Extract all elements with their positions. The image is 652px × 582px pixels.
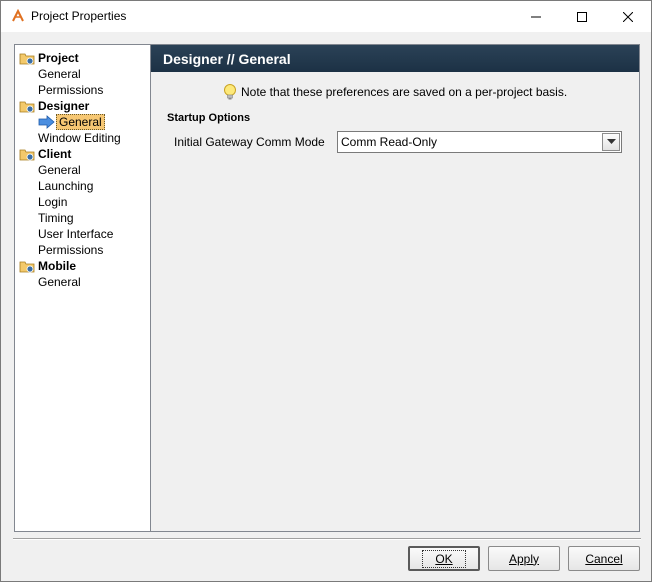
- maximize-icon: [577, 11, 587, 22]
- content-header: Designer // General: [151, 45, 639, 72]
- tree-selected-label: General: [56, 114, 105, 130]
- section-title: Startup Options: [167, 112, 251, 124]
- folder-settings-icon: [19, 261, 35, 273]
- tree-item-designer-window-editing[interactable]: Window Editing: [38, 130, 121, 146]
- folder-settings-icon: [19, 149, 35, 161]
- note-text: Note that these preferences are saved on…: [241, 85, 568, 99]
- settings-tree: Project General Permissions Designer Gen…: [14, 44, 151, 532]
- tree-item-designer-general[interactable]: General: [56, 114, 105, 130]
- tree-group-project[interactable]: Project: [19, 50, 79, 66]
- folder-settings-icon: [19, 53, 35, 65]
- folder-settings-icon: [19, 101, 35, 113]
- minimize-button[interactable]: [513, 1, 559, 32]
- gateway-comm-mode-select[interactable]: Comm Read-Only: [337, 131, 622, 153]
- tree-group-client[interactable]: Client: [19, 146, 71, 162]
- window-title: Project Properties: [31, 9, 127, 23]
- tree-item-project-general[interactable]: General: [38, 66, 81, 82]
- tree-group-label: Mobile: [38, 259, 76, 273]
- lightbulb-icon: [224, 84, 236, 100]
- tree-item-client-login[interactable]: Login: [38, 194, 67, 210]
- tree-group-label: Client: [38, 147, 72, 161]
- project-properties-window: Project Properties Project General Permi…: [0, 0, 652, 582]
- separator: [13, 538, 641, 540]
- tree-item-client-permissions[interactable]: Permissions: [38, 242, 103, 258]
- dropdown-button[interactable]: [602, 133, 620, 151]
- tree-item-project-permissions[interactable]: Permissions: [38, 82, 103, 98]
- tree-item-client-general[interactable]: General: [38, 162, 81, 178]
- select-value: Comm Read-Only: [341, 135, 438, 149]
- chevron-down-icon: [606, 139, 616, 144]
- tree-item-mobile-general[interactable]: General: [38, 274, 81, 290]
- ok-button[interactable]: OK: [408, 546, 480, 571]
- tree-group-label: Designer: [38, 99, 90, 113]
- content-panel: Designer // General Note that these pref…: [151, 44, 640, 532]
- cancel-button-label: Cancel: [585, 551, 623, 566]
- cancel-button[interactable]: Cancel: [568, 546, 640, 571]
- apply-button-label: Apply: [508, 551, 540, 566]
- arrow-right-icon: [38, 115, 55, 129]
- tree-item-client-user-interface[interactable]: User Interface: [38, 226, 113, 242]
- title-bar: Project Properties: [1, 1, 651, 32]
- gateway-comm-mode-label: Initial Gateway Comm Mode: [174, 135, 325, 149]
- tree-group-designer[interactable]: Designer: [19, 98, 89, 114]
- note-row: Note that these preferences are saved on…: [223, 83, 567, 101]
- tree-item-client-timing[interactable]: Timing: [38, 210, 74, 226]
- tree-group-mobile[interactable]: Mobile: [19, 258, 76, 274]
- ok-button-label: OK: [422, 549, 466, 568]
- app-icon: [12, 9, 24, 22]
- tree-item-client-launching[interactable]: Launching: [38, 178, 93, 194]
- tree-group-label: Project: [38, 51, 79, 65]
- minimize-icon: [531, 16, 541, 17]
- close-icon: [623, 11, 633, 22]
- maximize-button[interactable]: [559, 1, 605, 32]
- apply-button[interactable]: Apply: [488, 546, 560, 571]
- close-button[interactable]: [605, 1, 651, 32]
